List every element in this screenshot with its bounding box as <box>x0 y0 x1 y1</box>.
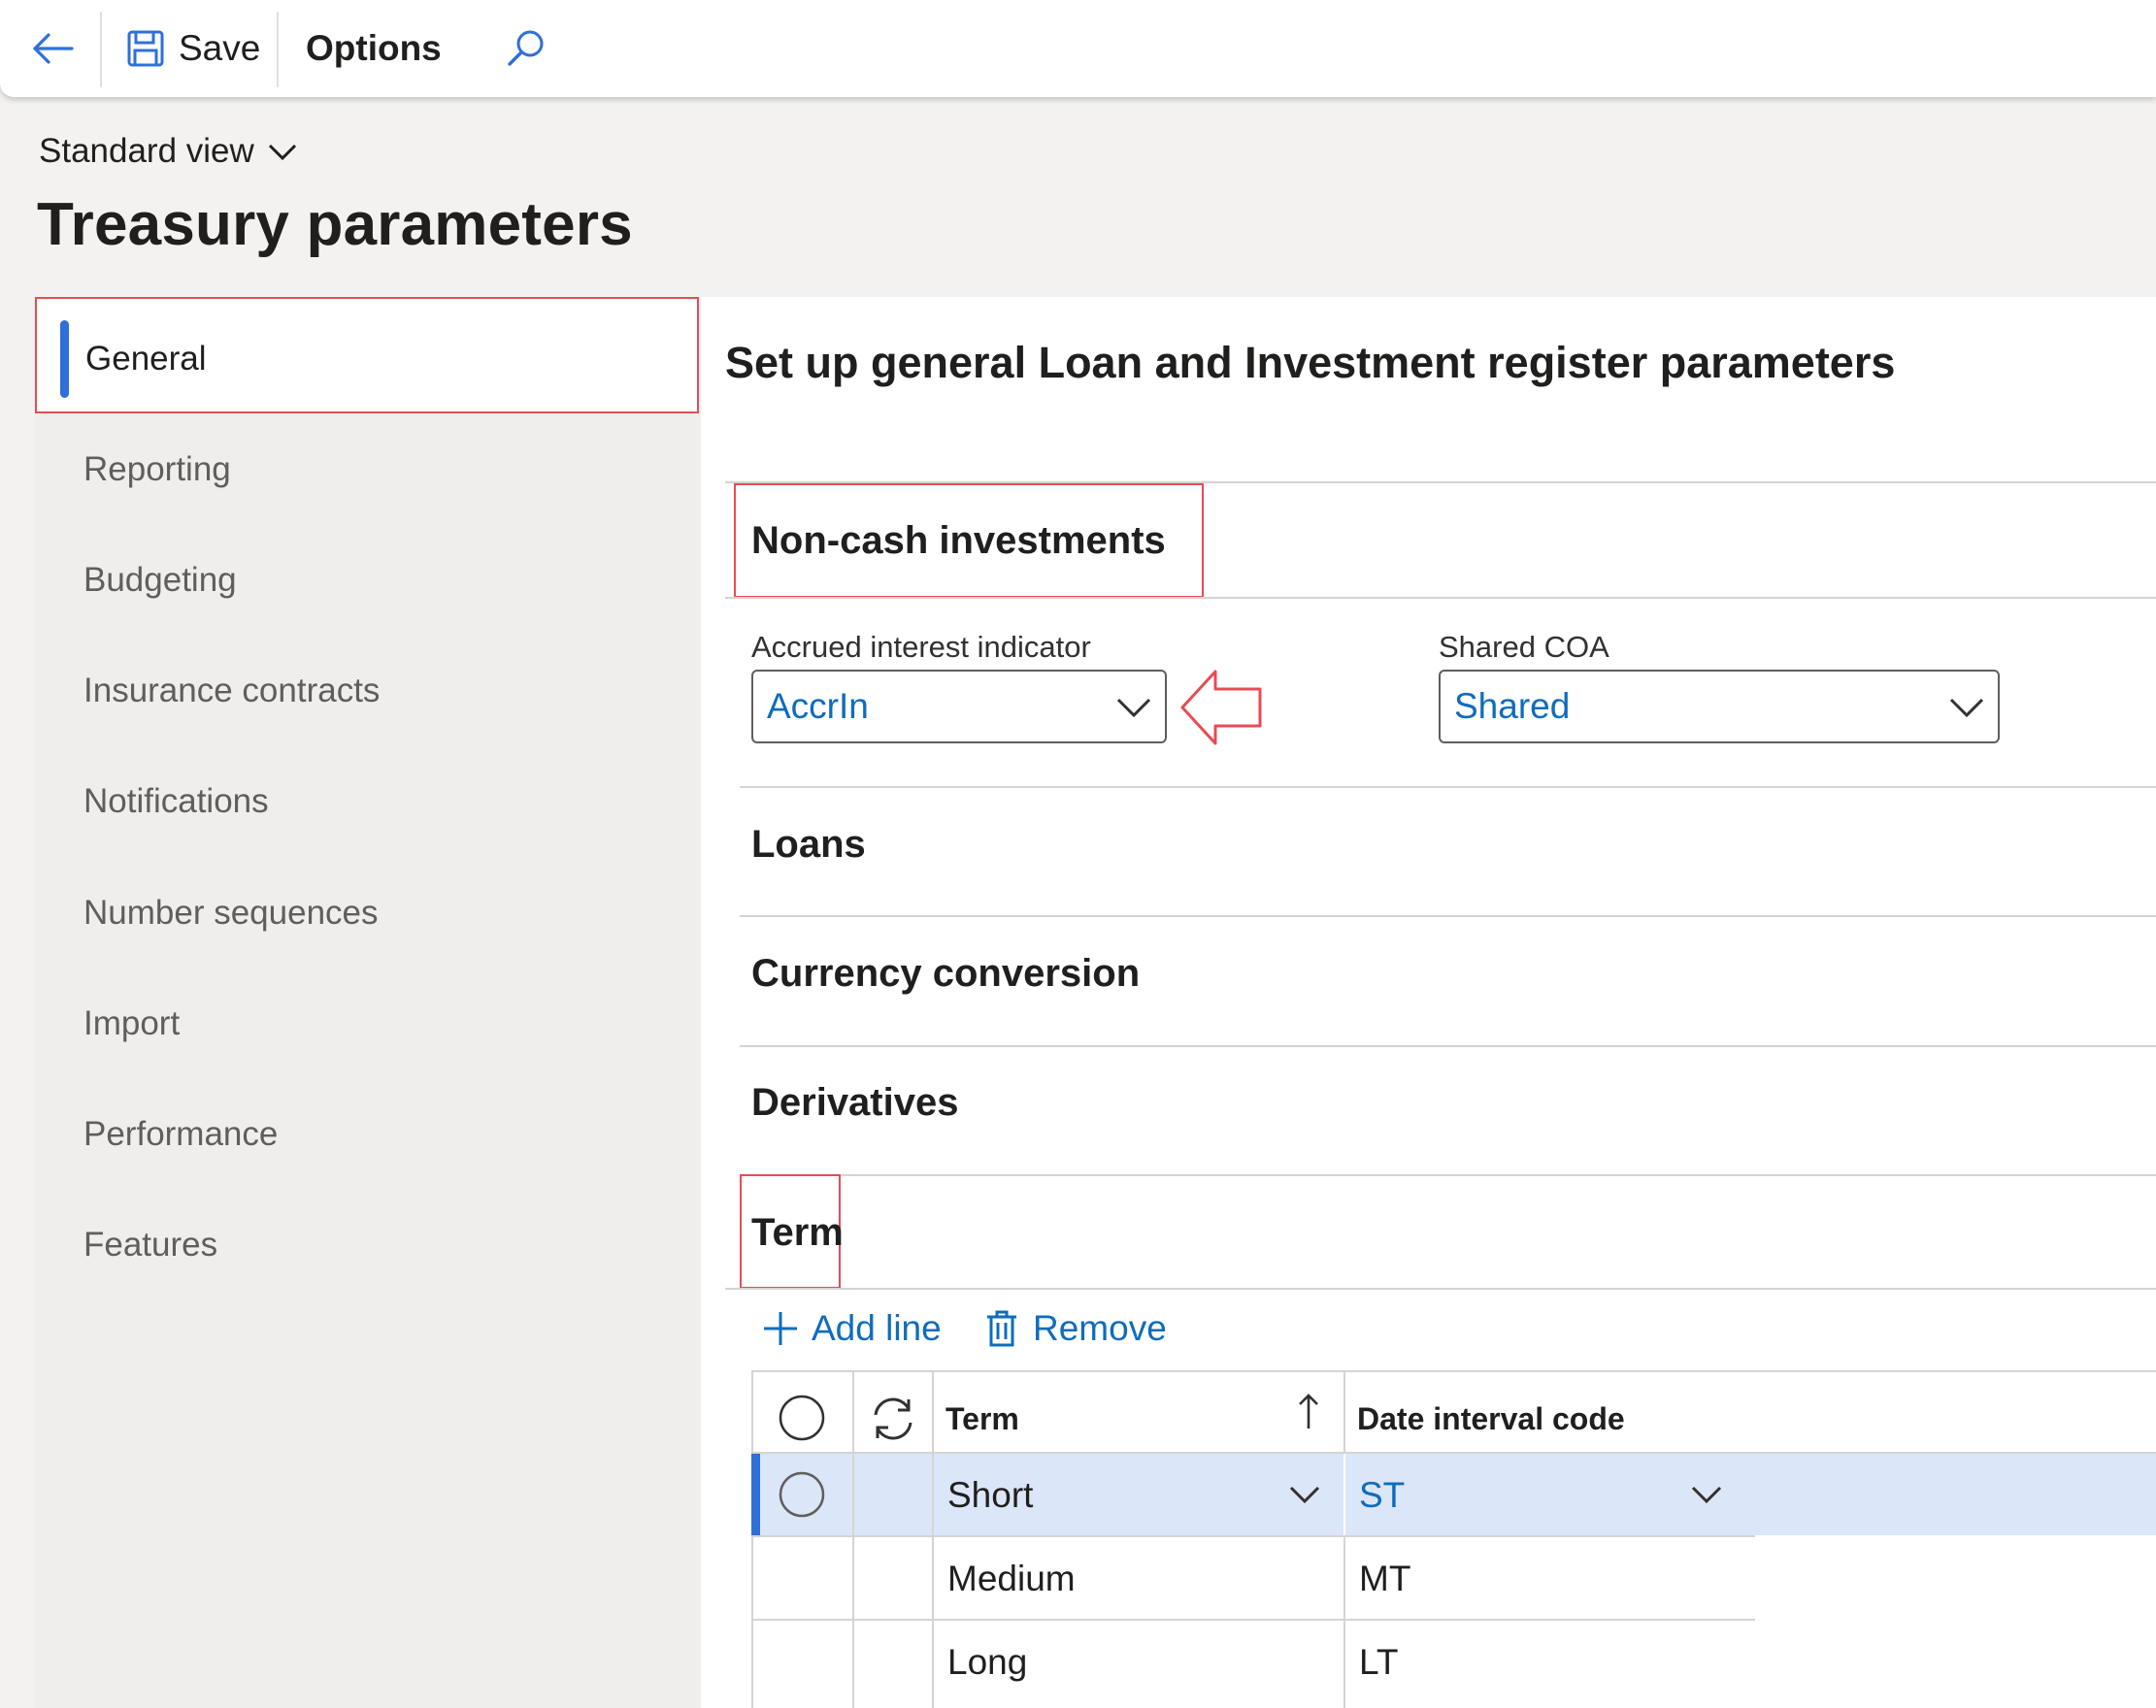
toolbar-separator <box>100 12 102 87</box>
sidebar-item-budgeting[interactable]: Budgeting <box>83 561 237 600</box>
save-button[interactable]: Save <box>126 0 260 97</box>
section-derivatives[interactable]: Derivatives <box>751 1081 958 1125</box>
remove-label: Remove <box>1033 1308 1167 1348</box>
chevron-down-icon[interactable] <box>1689 1483 1724 1506</box>
search-icon <box>508 30 544 66</box>
table-row[interactable]: Long LT <box>751 1621 1755 1702</box>
accrued-interest-value: AccrIn <box>767 686 869 726</box>
sidebar-item-performance[interactable]: Performance <box>83 1115 278 1154</box>
sidebar-item-features[interactable]: Features <box>83 1226 217 1265</box>
date-interval-code-cell[interactable]: LT <box>1359 1642 1398 1683</box>
add-line-button[interactable]: Add line <box>761 1308 942 1349</box>
column-header-date-interval-code[interactable]: Date interval code <box>1357 1401 1625 1437</box>
shared-coa-dropdown[interactable]: Shared <box>1439 670 2000 743</box>
section-loans[interactable]: Loans <box>751 823 866 867</box>
divider <box>725 597 2156 599</box>
accrued-interest-label: Accrued interest indicator <box>751 630 1091 664</box>
divider <box>725 1288 2156 1290</box>
term-cell[interactable]: Short <box>947 1475 1033 1516</box>
trash-icon <box>987 1310 1016 1347</box>
accrued-interest-dropdown[interactable]: AccrIn <box>751 670 1167 743</box>
chevron-down-icon <box>268 144 296 161</box>
page-title: Treasury parameters <box>37 191 633 258</box>
refresh-icon[interactable] <box>868 1394 918 1444</box>
search-button[interactable] <box>505 0 547 97</box>
section-noncash-investments[interactable]: Non-cash investments <box>751 519 1166 563</box>
active-indicator <box>60 320 69 398</box>
back-button[interactable] <box>29 0 78 97</box>
row-selected-indicator <box>751 1454 760 1535</box>
options-label: Options <box>306 28 442 68</box>
section-term[interactable]: Term <box>751 1211 844 1255</box>
date-interval-code-cell[interactable]: ST <box>1359 1475 1405 1516</box>
sidebar-item-notifications[interactable]: Notifications <box>83 782 269 821</box>
chevron-down-icon <box>1949 698 1984 718</box>
divider <box>740 1045 2156 1047</box>
term-cell[interactable]: Long <box>947 1642 1027 1683</box>
date-interval-code-cell[interactable]: MT <box>1359 1559 1410 1599</box>
sort-ascending-icon <box>1299 1394 1318 1429</box>
grid-top-border <box>751 1370 2156 1372</box>
divider <box>740 786 2156 788</box>
shared-coa-label: Shared COA <box>1439 630 1609 664</box>
sidebar-item-import[interactable]: Import <box>83 1004 180 1043</box>
shared-coa-value: Shared <box>1454 686 1571 726</box>
term-grid: Term Date interval code Short ST Medium … <box>751 1370 2156 1708</box>
chevron-down-icon <box>1116 698 1151 718</box>
view-selector[interactable]: Standard view <box>39 132 299 171</box>
sidebar-item-general[interactable]: General <box>35 297 699 413</box>
table-row[interactable]: Short ST <box>751 1454 2156 1535</box>
add-line-label: Add line <box>812 1308 942 1348</box>
divider <box>740 1174 2156 1176</box>
plus-icon <box>764 1312 797 1345</box>
table-row[interactable]: Medium MT <box>751 1537 1755 1619</box>
save-label: Save <box>179 28 261 68</box>
action-pane: Save Options <box>0 0 2156 97</box>
sidebar-item-label: General <box>85 340 207 378</box>
save-icon <box>127 30 164 67</box>
view-selector-label: Standard view <box>39 132 254 170</box>
select-all-checkbox[interactable] <box>778 1394 826 1442</box>
column-header-term[interactable]: Term <box>945 1401 1019 1437</box>
remove-button[interactable]: Remove <box>984 1308 1167 1349</box>
back-arrow-icon <box>33 33 74 64</box>
grid-col-divider <box>932 1454 934 1535</box>
grid-col-divider <box>1343 1454 1345 1535</box>
toolbar-separator <box>277 12 279 87</box>
section-currency-conversion[interactable]: Currency conversion <box>751 952 1140 996</box>
sidebar-item-number-sequences[interactable]: Number sequences <box>83 894 379 933</box>
term-cell[interactable]: Medium <box>947 1559 1076 1599</box>
callout-arrow-icon <box>1180 670 1262 745</box>
divider <box>740 915 2156 917</box>
options-button[interactable]: Options <box>306 0 442 97</box>
content-heading: Set up general Loan and Investment regis… <box>725 338 1896 387</box>
content-pane: Set up general Loan and Investment regis… <box>701 297 2156 1708</box>
grid-col-divider <box>852 1454 854 1535</box>
sidebar-item-insurance-contracts[interactable]: Insurance contracts <box>83 672 380 710</box>
chevron-down-icon[interactable] <box>1287 1483 1322 1506</box>
sidebar-item-reporting[interactable]: Reporting <box>83 450 231 489</box>
sidebar: General Reporting Budgeting Insurance co… <box>35 297 701 1708</box>
row-checkbox[interactable] <box>778 1470 826 1519</box>
